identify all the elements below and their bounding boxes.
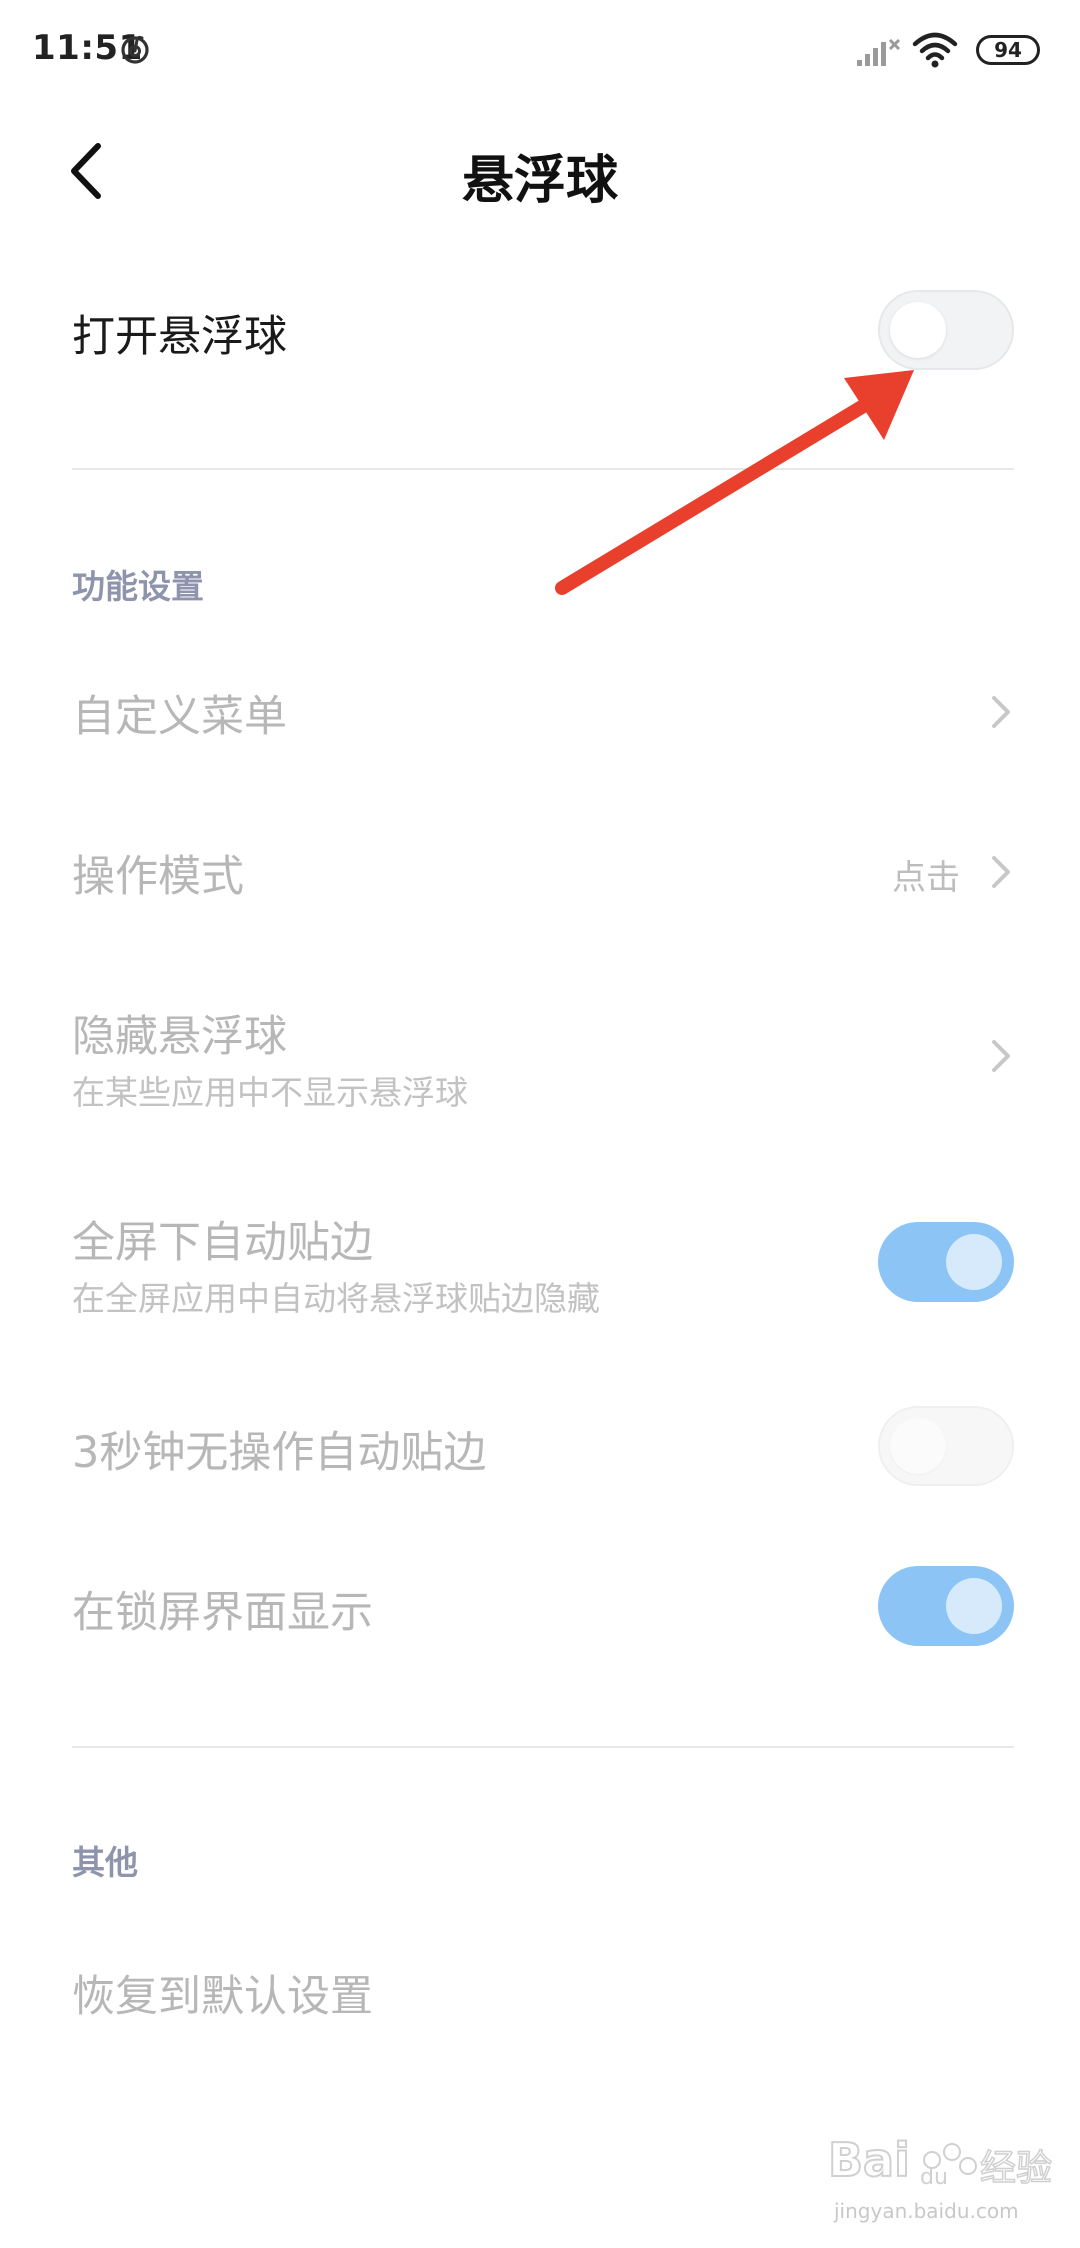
- wifi-icon: [912, 32, 958, 68]
- battery-icon: 94: [976, 35, 1040, 65]
- operation-mode-value: 点击: [892, 858, 960, 898]
- page-title: 悬浮球: [461, 151, 618, 211]
- toggle-knob: [946, 1234, 1002, 1290]
- status-bar: 11:51 94: [0, 0, 1080, 100]
- row-title: 自定义菜单: [72, 692, 287, 742]
- divider: [72, 1746, 1014, 1748]
- battery-level: 94: [994, 38, 1022, 62]
- svg-text:经验: 经验: [980, 2148, 1052, 2189]
- row-title: 在锁屏界面显示: [72, 1588, 373, 1638]
- svg-text:du: du: [920, 2165, 948, 2190]
- row-title: 3秒钟无操作自动贴边: [72, 1428, 487, 1478]
- chevron-right-icon: [992, 1040, 1010, 1072]
- row-subtitle: 在全屏应用中自动将悬浮球贴边隐藏: [72, 1279, 600, 1318]
- annotation-arrow: [555, 370, 914, 595]
- toggle-knob: [946, 1578, 1002, 1634]
- netease-music-icon: [121, 35, 149, 64]
- idle-auto-edge-toggle[interactable]: [878, 1406, 1014, 1486]
- toggle-knob: [890, 1418, 946, 1474]
- row-title: 全屏下自动贴边: [72, 1218, 373, 1268]
- svg-text:Bai: Bai: [828, 2133, 910, 2187]
- chevron-right-icon: [992, 856, 1010, 888]
- svg-text:jingyan.baidu.com: jingyan.baidu.com: [833, 2199, 1019, 2223]
- section-header-function: 功能设置: [72, 567, 204, 606]
- lockscreen-display-toggle[interactable]: [878, 1566, 1014, 1646]
- signal-off-icon: [857, 38, 901, 66]
- row-title: 操作模式: [72, 852, 244, 902]
- chevron-right-icon: [992, 696, 1010, 728]
- baidu-watermark-logo: Bai du 经验 jingyan.baidu.com: [827, 2132, 1053, 2223]
- row-subtitle: 在某些应用中不显示悬浮球: [72, 1073, 468, 1112]
- fullscreen-auto-edge-toggle[interactable]: [878, 1222, 1014, 1302]
- row-title: 恢复到默认设置: [72, 1972, 373, 2022]
- row-title: 隐藏悬浮球: [72, 1012, 287, 1062]
- section-header-other: 其他: [72, 1843, 138, 1882]
- main-toggle-label: 打开悬浮球: [72, 312, 287, 362]
